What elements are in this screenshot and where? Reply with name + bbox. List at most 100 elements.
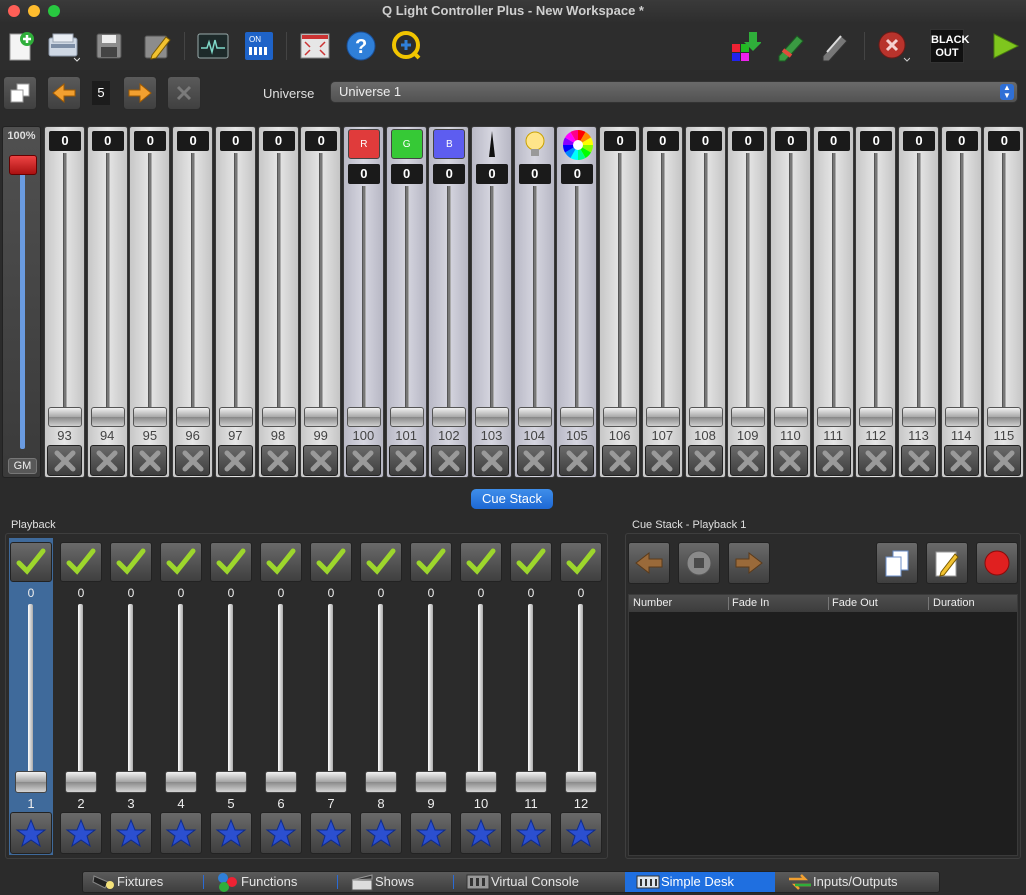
channel-95-fader[interactable]: 0 95: [129, 126, 171, 478]
playback-handle[interactable]: [315, 771, 347, 793]
playback-flash-button[interactable]: [210, 812, 252, 854]
live-edit-button[interactable]: [774, 28, 808, 64]
channel-93-fader[interactable]: 0 93: [44, 126, 85, 478]
cue-list-table[interactable]: Number Fade In Fade Out Duration: [628, 594, 1018, 856]
playback-select-button[interactable]: [260, 542, 302, 582]
channel-handle[interactable]: [218, 407, 253, 427]
playback-select-button[interactable]: [310, 542, 352, 582]
channel-handle[interactable]: [816, 407, 851, 427]
playback-10[interactable]: 0 10: [459, 538, 503, 855]
channel-reset-button[interactable]: [559, 445, 595, 476]
playback-flash-button[interactable]: [360, 812, 402, 854]
grand-master-handle[interactable]: [9, 155, 37, 175]
tab-inputs-outputs[interactable]: Inputs/Outputs: [787, 872, 937, 892]
playback-select-button[interactable]: [210, 542, 252, 582]
playback-11[interactable]: 0 11: [509, 538, 553, 855]
cue-previous-button[interactable]: [628, 542, 670, 584]
playback-3[interactable]: 03: [109, 538, 153, 855]
save-workspace-button[interactable]: [92, 28, 126, 64]
channel-handle[interactable]: [48, 407, 82, 427]
intensity-icon[interactable]: [476, 129, 508, 159]
tab-simple-desk[interactable]: Simple Desk: [625, 872, 775, 892]
cue-edit-button[interactable]: [926, 542, 968, 584]
channel-capability-r[interactable]: R: [347, 129, 380, 159]
playback-flash-button[interactable]: [460, 812, 502, 854]
playback-handle[interactable]: [565, 771, 597, 793]
about-button[interactable]: [390, 28, 424, 64]
zoom-window-button[interactable]: [48, 5, 60, 17]
channel-105-fader[interactable]: 0 105: [556, 126, 598, 478]
channel-115-fader[interactable]: 0 115: [983, 126, 1025, 478]
stop-all-functions-button[interactable]: [876, 28, 910, 64]
channel-handle[interactable]: [346, 407, 381, 427]
channel-reset-button[interactable]: [217, 445, 253, 476]
playback-6[interactable]: 06: [259, 538, 303, 855]
channel-reset-button[interactable]: [730, 445, 766, 476]
playback-flash-button[interactable]: [160, 812, 202, 854]
playback-flash-button[interactable]: [260, 812, 302, 854]
channel-113-fader[interactable]: 0 113: [898, 126, 939, 478]
address-tool-button[interactable]: ON: [242, 28, 276, 64]
lightbulb-icon[interactable]: [519, 129, 551, 159]
channel-handle[interactable]: [389, 407, 424, 427]
fullscreen-button[interactable]: [298, 28, 332, 64]
channel-handle[interactable]: [731, 407, 766, 427]
playback-flash-button[interactable]: [10, 812, 52, 854]
channel-108-fader[interactable]: 0 108: [684, 126, 726, 478]
playback-flash-button[interactable]: [310, 812, 352, 854]
reset-universe-button[interactable]: [167, 76, 201, 110]
playback-handle[interactable]: [65, 771, 97, 793]
channel-reset-button[interactable]: [474, 445, 509, 476]
channel-112-fader[interactable]: 0 112: [855, 126, 897, 478]
channel-handle[interactable]: [176, 407, 211, 427]
blackout-button[interactable]: BLACK OUT: [930, 28, 970, 64]
playback-select-button[interactable]: [360, 542, 402, 582]
channel-reset-button[interactable]: [516, 445, 552, 476]
channel-handle[interactable]: [645, 407, 680, 427]
channel-handle[interactable]: [133, 407, 168, 427]
dump-dmx-button[interactable]: [728, 28, 762, 64]
cue-record-button[interactable]: [976, 542, 1018, 584]
playback-flash-button[interactable]: [410, 812, 452, 854]
playback-select-button[interactable]: [110, 542, 152, 582]
channel-handle[interactable]: [773, 407, 808, 427]
channel-100-fader[interactable]: R 0 100: [342, 126, 384, 478]
channel-104-fader[interactable]: 0 104: [513, 126, 555, 478]
cue-clone-button[interactable]: [876, 542, 918, 584]
col-number[interactable]: Number: [633, 597, 672, 609]
open-workspace-button[interactable]: [46, 28, 80, 64]
playback-handle[interactable]: [15, 771, 47, 793]
playback-flash-button[interactable]: [560, 812, 602, 854]
save-as-button[interactable]: [140, 28, 174, 64]
playback-4[interactable]: 04: [159, 538, 203, 855]
grand-master-fader[interactable]: 100% GM: [2, 126, 41, 478]
channel-handle[interactable]: [859, 407, 894, 427]
tab-fixtures[interactable]: Fixtures: [91, 872, 205, 892]
channel-reset-button[interactable]: [815, 445, 851, 476]
channel-handle[interactable]: [902, 407, 936, 427]
playback-select-button[interactable]: [10, 542, 52, 582]
channel-reset-button[interactable]: [986, 445, 1022, 476]
channel-reset-button[interactable]: [644, 445, 680, 476]
channel-reset-button[interactable]: [687, 445, 723, 476]
channel-114-fader[interactable]: 0 114: [940, 126, 982, 478]
channel-reset-button[interactable]: [89, 445, 125, 476]
channel-handle[interactable]: [688, 407, 723, 427]
channel-103-fader[interactable]: 0 103: [471, 126, 512, 478]
playback-handle[interactable]: [115, 771, 147, 793]
col-fade-out[interactable]: Fade Out: [832, 597, 878, 609]
playback-12[interactable]: 0 12: [559, 538, 603, 855]
playback-5[interactable]: 05: [209, 538, 253, 855]
playback-1[interactable]: 01: [9, 538, 53, 855]
channel-102-fader[interactable]: B 0 102: [428, 126, 470, 478]
channel-reset-button[interactable]: [858, 445, 894, 476]
channel-reset-button[interactable]: [175, 445, 211, 476]
monitor-button[interactable]: [196, 28, 230, 64]
playback-flash-button[interactable]: [510, 812, 552, 854]
channel-111-fader[interactable]: 0 111: [812, 126, 854, 478]
channel-handle[interactable]: [560, 407, 595, 427]
channel-reset-button[interactable]: [901, 445, 936, 476]
minimize-window-button[interactable]: [28, 5, 40, 17]
playback-2[interactable]: 02: [59, 538, 103, 855]
playback-handle[interactable]: [365, 771, 397, 793]
